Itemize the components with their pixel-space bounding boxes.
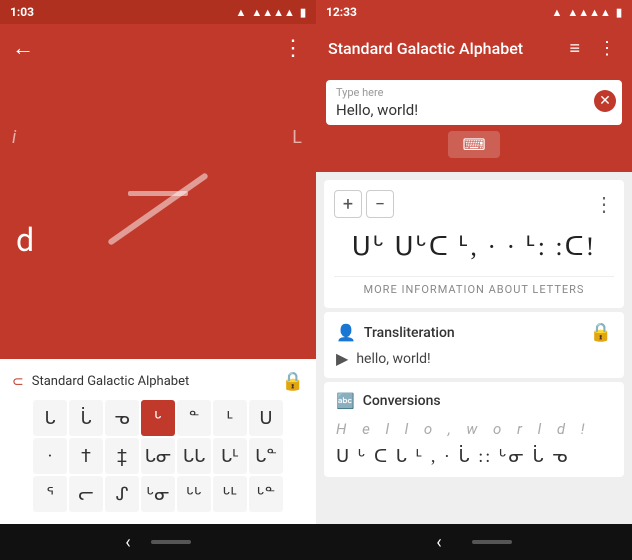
slash-glyph — [108, 176, 208, 256]
key-5[interactable]: ᓐ — [177, 400, 211, 436]
keyboard-row-1: ᒐ ᒑ ᓀ ᒡ ᓐ ᒻ ᑌ — [6, 400, 310, 436]
left-toolbar: ← ⋮ — [0, 24, 316, 72]
left-nav-bar: ‹ — [0, 524, 316, 560]
keyboard-rows: ᒐ ᒑ ᓀ ᒡ ᓐ ᒻ ᑌ · † ‡ ᒐᓂ ᒐᒐ ᒐᒻ ᒐᓐ ᕐ ᓕ — [4, 396, 312, 516]
key-14[interactable]: ᒐᓐ — [249, 438, 283, 474]
key-2[interactable]: ᒑ — [69, 400, 103, 436]
keyboard-flag-icon: ⊂ — [12, 374, 24, 390]
right-status-bar: 12:33 ▲ ▲▲▲▲ ▮ — [316, 0, 632, 24]
left-panel: 1:03 ▲ ▲▲▲▲ ▮ ← ⋮ i L d ⊂ Standard Galac… — [0, 0, 316, 560]
list-icon-button[interactable]: ≡ — [565, 34, 584, 63]
keyboard-toggle: ⌨ — [326, 131, 622, 158]
clear-icon: ✕ — [599, 93, 611, 109]
left-nav-home[interactable] — [151, 540, 191, 544]
right-nav-back[interactable]: ‹ — [436, 532, 441, 553]
glyph-card: + − ⋮ ᑌᒡ ᑌᒡᑕ ᒻ, · · ᒻ: :ᑕ! MORE INFORMAT… — [324, 180, 624, 308]
key-17[interactable]: ᔑ — [105, 476, 139, 512]
key-16[interactable]: ᓕ — [69, 476, 103, 512]
key-21[interactable]: ᒡᓐ — [249, 476, 283, 512]
transliteration-title: Transliteration — [364, 325, 582, 341]
zoom-out-button[interactable]: − — [366, 190, 394, 218]
right-battery-icon: ▮ — [616, 6, 622, 19]
key-7[interactable]: ᑌ — [249, 400, 283, 436]
right-time: 12:33 — [326, 5, 357, 19]
right-input-area: Type here Hello, world! ✕ ⌨ — [316, 72, 632, 172]
keyboard-row-3: ᕐ ᓕ ᔑ ᒡᓂ ᒡᒡ ᒡᒻ ᒡᓐ — [6, 476, 310, 512]
right-nav-home[interactable] — [472, 540, 512, 544]
transliteration-section: 👤 Transliteration 🔒 ▶ hello, world! — [324, 312, 624, 378]
left-status-bar: 1:03 ▲ ▲▲▲▲ ▮ — [0, 0, 316, 24]
key-11[interactable]: ᒐᓂ — [141, 438, 175, 474]
wifi-icon: ▲ — [235, 6, 246, 19]
key-3[interactable]: ᓀ — [105, 400, 139, 436]
back-button[interactable]: ← — [12, 35, 34, 61]
key-6[interactable]: ᒻ — [213, 400, 247, 436]
glyph-controls: + − — [334, 190, 394, 218]
right-wifi-icon: ▲ — [551, 6, 562, 19]
input-box: Type here Hello, world! ✕ — [326, 80, 622, 125]
input-clear-button[interactable]: ✕ — [594, 90, 616, 112]
conversions-title-row: 🔤 Conversions — [336, 392, 612, 410]
more-button[interactable]: ⋮ — [282, 36, 304, 61]
left-nav-back[interactable]: ‹ — [125, 532, 130, 553]
key-9[interactable]: † — [69, 438, 103, 474]
key-18[interactable]: ᒡᓂ — [141, 476, 175, 512]
right-signal-icon: ▲▲▲▲ — [567, 6, 611, 19]
key-13[interactable]: ᒐᒻ — [213, 438, 247, 474]
play-button[interactable]: ▶ — [336, 349, 348, 368]
left-status-icons: ▲ ▲▲▲▲ ▮ — [235, 6, 306, 19]
keyboard-title: Standard Galactic Alphabet — [32, 374, 274, 389]
char-L-display: L — [292, 127, 302, 148]
signal-icon: ▲▲▲▲ — [251, 6, 295, 19]
right-title: Standard Galactic Alphabet — [328, 39, 555, 58]
key-10[interactable]: ‡ — [105, 438, 139, 474]
key-20[interactable]: ᒡᒻ — [213, 476, 247, 512]
keyboard-row-2: · † ‡ ᒐᓂ ᒐᒐ ᒐᒻ ᒐᓐ — [6, 438, 310, 474]
battery-icon: ▮ — [300, 6, 306, 19]
left-keyboard-area: ⊂ Standard Galactic Alphabet 🔒 ᒐ ᒑ ᓀ ᒡ ᓐ… — [0, 359, 316, 524]
right-toolbar: Standard Galactic Alphabet ≡ ⋮ — [316, 24, 632, 72]
key-12[interactable]: ᒐᒐ — [177, 438, 211, 474]
right-status-icons: ▲ ▲▲▲▲ ▮ — [551, 6, 622, 19]
glyph-card-header: + − ⋮ — [334, 190, 614, 218]
keyboard-header: ⊂ Standard Galactic Alphabet 🔒 — [4, 367, 312, 396]
glyph-display: ᑌᒡ ᑌᒡᑕ ᒻ, · · ᒻ: :ᑕ! — [334, 224, 614, 270]
transliteration-icon: 👤 — [336, 323, 356, 342]
left-main-display: i L d — [0, 72, 316, 359]
glyph-more-button[interactable]: ⋮ — [594, 192, 614, 216]
key-8[interactable]: · — [33, 438, 67, 474]
input-value[interactable]: Hello, world! — [336, 101, 586, 119]
transliteration-title-row: 👤 Transliteration 🔒 — [336, 322, 612, 343]
conversions-spaced-text: H e l l o , w o r l d ! — [336, 420, 612, 438]
key-1[interactable]: ᒐ — [33, 400, 67, 436]
keyboard-toggle-button[interactable]: ⌨ — [448, 131, 499, 158]
conversions-title: Conversions — [363, 393, 441, 409]
glyph-info-button[interactable]: MORE INFORMATION ABOUT LETTERS — [334, 276, 614, 298]
conversions-glyph-row: ᑌ ᒡ ᑕ ᒐ ᒻ , · ᒑ :: ᒡᓂ ᒑ ᓀ — [336, 446, 612, 467]
conversions-section: 🔤 Conversions H e l l o , w o r l d ! ᑌ … — [324, 382, 624, 477]
key-19[interactable]: ᒡᒡ — [177, 476, 211, 512]
more-icon-button[interactable]: ⋮ — [594, 34, 620, 63]
play-row: ▶ hello, world! — [336, 349, 612, 368]
right-panel: 12:33 ▲ ▲▲▲▲ ▮ Standard Galactic Alphabe… — [316, 0, 632, 560]
key-15[interactable]: ᕐ — [33, 476, 67, 512]
char-d-display: d — [16, 221, 34, 259]
play-text: hello, world! — [356, 351, 430, 367]
zoom-in-button[interactable]: + — [334, 190, 362, 218]
right-nav-bar: ‹ — [316, 524, 632, 560]
key-4-highlighted[interactable]: ᒡ — [141, 400, 175, 436]
char-i-display: i — [12, 127, 16, 148]
keyboard-lock-icon: 🔒 — [282, 371, 304, 392]
input-placeholder: Type here — [336, 86, 586, 99]
right-content: + − ⋮ ᑌᒡ ᑌᒡᑕ ᒻ, · · ᒻ: :ᑕ! MORE INFORMAT… — [316, 172, 632, 524]
conversions-icon: 🔤 — [336, 392, 355, 410]
left-time: 1:03 — [10, 5, 34, 19]
transliteration-lock-icon: 🔒 — [590, 322, 612, 343]
